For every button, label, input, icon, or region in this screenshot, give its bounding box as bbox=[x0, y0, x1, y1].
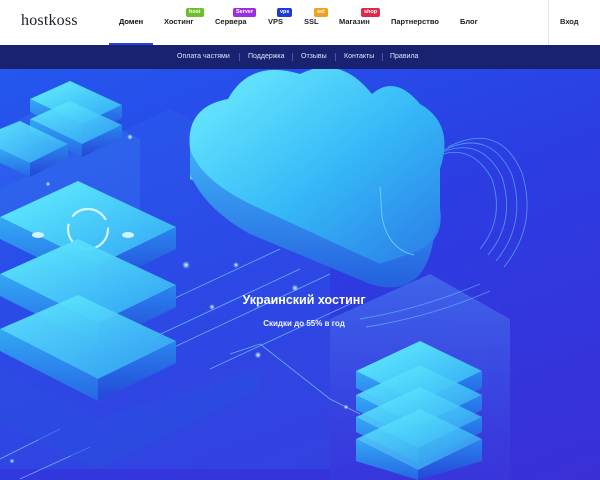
subnav-rules[interactable]: Правила bbox=[390, 53, 418, 60]
badge-host: host bbox=[186, 8, 204, 17]
badge-vps: vps bbox=[277, 8, 293, 17]
top-header: hostkoss Домен host Хостинг Server Серве… bbox=[0, 0, 600, 45]
badge-shop: shop bbox=[361, 8, 381, 17]
hero-title: Украинский хостинг bbox=[242, 293, 366, 307]
subnav-support[interactable]: Поддержка bbox=[248, 53, 285, 60]
hero-subtitle: Скидки до 55% в год bbox=[263, 319, 345, 328]
nav-blog[interactable]: Блог bbox=[460, 17, 478, 26]
nav-domain[interactable]: Домен bbox=[119, 17, 143, 26]
hero-banner: Украинский хостинг Скидки до 55% в год bbox=[0, 69, 600, 480]
header-divider bbox=[548, 0, 549, 45]
nav-vps[interactable]: VPS bbox=[268, 17, 283, 26]
subnav-separator bbox=[382, 53, 383, 61]
nav-ssl[interactable]: SSL bbox=[304, 17, 319, 26]
sub-navigation: Оплата частями Поддержка Отзывы Контакты… bbox=[0, 45, 600, 69]
nav-hosting[interactable]: Хостинг bbox=[164, 17, 194, 26]
subnav-separator bbox=[292, 53, 293, 61]
nav-partnership[interactable]: Партнерство bbox=[391, 17, 439, 26]
subnav-contacts[interactable]: Контакты bbox=[344, 53, 374, 60]
subnav-reviews[interactable]: Отзывы bbox=[301, 53, 327, 60]
subnav-installments[interactable]: Оплата частями bbox=[177, 53, 230, 60]
nav-servers[interactable]: Сервера bbox=[215, 17, 247, 26]
badge-ssl: ssl bbox=[314, 8, 328, 17]
badge-server: Server bbox=[233, 8, 257, 17]
hero-illustration bbox=[0, 69, 528, 480]
logo[interactable]: hostkoss bbox=[21, 12, 78, 30]
subnav-separator bbox=[239, 53, 240, 61]
login-button[interactable]: Вход bbox=[560, 17, 579, 26]
subnav-separator bbox=[335, 53, 336, 61]
nav-shop[interactable]: Магазин bbox=[339, 17, 370, 26]
